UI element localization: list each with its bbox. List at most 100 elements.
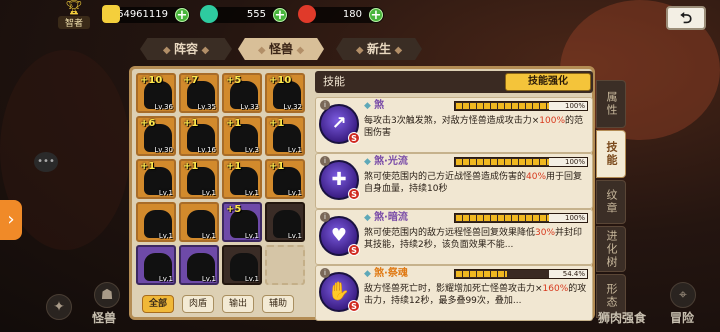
monster-level: Lv.1 xyxy=(158,275,173,283)
monster-plus-badge: +6 xyxy=(140,118,156,129)
monster-level: Lv.33 xyxy=(240,103,259,111)
monster-plus-badge: +1 xyxy=(183,161,199,172)
add-gem-button[interactable]: + xyxy=(273,8,287,22)
monster-level: Lv.1 xyxy=(244,275,259,283)
skill-card[interactable]: ✚ i S ◆ 煞·光流 100% 煞可使范围内的己方近战怪兽造成伤害的40%用于回复自身… xyxy=(315,153,593,209)
rank-badge[interactable]: 🏆︎ 智者 xyxy=(58,0,90,29)
filter-support[interactable]: 辅助 xyxy=(262,295,294,313)
monster-menu-icon[interactable]: ☗ xyxy=(94,282,120,308)
skill-progress-value: 54.4% xyxy=(562,270,585,278)
monster-card[interactable]: +1 Lv.1 xyxy=(136,159,176,199)
skill-card[interactable]: ↗ i S ◆ 煞 100% 每攻击3次触发煞，对敌方怪兽造成攻击力×100%的范围伤害 xyxy=(315,97,593,153)
monster-card[interactable]: +1 Lv.1 xyxy=(265,159,305,199)
chat-icon[interactable]: ••• xyxy=(34,152,58,172)
monster-level: Lv.16 xyxy=(197,146,216,154)
monster-card[interactable]: +1 Lv.1 xyxy=(265,116,305,156)
filter-all[interactable]: 全部 xyxy=(142,295,174,313)
gold-value: 64961119 xyxy=(117,9,168,20)
skill-card[interactable]: ✋ i S ◆ 煞·祭魂 54.4% 敌方怪兽死亡时，影耀增加死亡怪兽攻击力×160%的攻… xyxy=(315,265,593,321)
tab-lineup-label: 阵容 xyxy=(173,42,198,56)
filter-damage[interactable]: 输出 xyxy=(222,295,254,313)
shuriken-icon[interactable]: ✦ xyxy=(46,294,72,320)
back-button[interactable]: ⮌ xyxy=(666,6,706,30)
monster-plus-badge: +5 xyxy=(226,204,242,215)
gold-icon xyxy=(102,5,120,23)
skill-description: 煞可使范围内的敌方远程怪兽回复效果降低30%并封印其技能，持续2秒，该负面效果不… xyxy=(364,228,583,250)
tab-rebirth-label: 新生 xyxy=(366,42,391,56)
monster-card[interactable]: +5 Lv.1 xyxy=(222,202,262,242)
monster-level: Lv.32 xyxy=(283,103,302,111)
skill-enhance-button[interactable]: 技能强化 xyxy=(505,73,591,91)
info-icon[interactable]: i xyxy=(320,212,330,222)
skill-name: ◆ 煞 xyxy=(364,100,385,111)
monster-level: Lv.36 xyxy=(154,103,173,111)
monster-plus-badge: +1 xyxy=(269,118,285,129)
monster-card[interactable]: +5 Lv.33 xyxy=(222,73,262,113)
monster-level: Lv.1 xyxy=(244,232,259,240)
monster-card[interactable]: +1 Lv.16 xyxy=(179,116,219,156)
side-tab-evolution[interactable]: 进化树 xyxy=(596,226,626,272)
monster-grid: +10 Lv.36 +7 Lv.35 +5 Lv.33 +10 Lv.32 +6 Lv.30 +1 L… xyxy=(136,73,306,291)
filter-bar: 全部 肉盾 输出 辅助 xyxy=(142,295,312,315)
monster-plus-badge: +1 xyxy=(183,118,199,129)
gem-icon xyxy=(200,5,218,23)
monster-card[interactable]: +1 Lv.3 xyxy=(222,116,262,156)
skill-description: 敌方怪兽死亡时，影耀增加死亡怪兽攻击力×160%的攻击力，持续12秒，最多叠99… xyxy=(364,284,587,306)
skill-progress-value: 100% xyxy=(564,102,585,110)
skill-progress-value: 100% xyxy=(564,214,585,222)
monster-level: Lv.1 xyxy=(287,189,302,197)
monster-card[interactable]: +6 Lv.30 xyxy=(136,116,176,156)
skill-progress-bar: 100% xyxy=(454,213,588,223)
info-icon[interactable]: i xyxy=(320,100,330,110)
skill-type-badge-icon: S xyxy=(348,244,360,256)
monster-card[interactable]: +1 Lv.1 xyxy=(222,159,262,199)
tab-rebirth[interactable]: ◆ 新生 ◆ xyxy=(336,38,422,60)
monster-level: Lv.35 xyxy=(197,103,216,111)
tab-lineup[interactable]: ◆ 阵容 ◆ xyxy=(140,38,232,60)
side-tab-crest[interactable]: 纹章 xyxy=(596,180,626,224)
skill-name: ◆ 煞·光流 xyxy=(364,156,408,167)
monster-card[interactable]: +10 Lv.32 xyxy=(265,73,305,113)
tab-monster[interactable]: ◆ 怪兽 ◆ xyxy=(238,38,324,60)
monster-card[interactable]: Lv.1 xyxy=(222,245,262,285)
filter-tank[interactable]: 肉盾 xyxy=(182,295,214,313)
monster-level: Lv.1 xyxy=(158,232,173,240)
skill-header-title: 技能 xyxy=(323,75,345,88)
monster-card[interactable]: Lv.1 xyxy=(179,202,219,242)
add-soul-button[interactable]: + xyxy=(369,8,383,22)
info-icon[interactable]: i xyxy=(320,156,330,166)
rank-label: 智者 xyxy=(58,16,90,29)
monster-card[interactable] xyxy=(265,245,305,285)
monster-level: Lv.1 xyxy=(287,146,302,154)
monster-card[interactable]: Lv.1 xyxy=(179,245,219,285)
add-gold-button[interactable]: + xyxy=(175,8,189,22)
monster-card[interactable]: +1 Lv.1 xyxy=(179,159,219,199)
skill-card[interactable]: ♥ i S ◆ 煞·暗流 100% 煞可使范围内的敌方远程怪兽回复效果降低30%并封印其技… xyxy=(315,209,593,265)
monster-card[interactable]: Lv.1 xyxy=(136,245,176,285)
side-tab-skills[interactable]: 技能 xyxy=(596,130,626,178)
monster-card[interactable]: +7 Lv.35 xyxy=(179,73,219,113)
soul-counter: 180 + xyxy=(298,5,384,23)
adventure-menu-label[interactable]: 冒险 xyxy=(670,309,694,326)
monster-menu-label[interactable]: 怪兽 xyxy=(92,309,116,326)
skill-progress-bar: 100% xyxy=(454,101,588,111)
monster-plus-badge: +7 xyxy=(183,75,199,86)
monster-level: Lv.1 xyxy=(158,189,173,197)
monster-card[interactable]: +10 Lv.36 xyxy=(136,73,176,113)
monster-plus-badge: +1 xyxy=(140,161,156,172)
gold-counter: 64961119 + xyxy=(102,5,190,23)
monster-level: Lv.1 xyxy=(201,275,216,283)
info-icon[interactable]: i xyxy=(320,268,330,278)
monster-level: Lv.1 xyxy=(201,232,216,240)
feast-menu-label[interactable]: 狮肉强食 xyxy=(598,309,646,326)
side-tab-attributes[interactable]: 属性 xyxy=(596,80,626,128)
monster-level: Lv.1 xyxy=(201,189,216,197)
monster-plus-badge: +1 xyxy=(226,118,242,129)
monster-card[interactable]: Lv.1 xyxy=(136,202,176,242)
monster-plus-badge: +5 xyxy=(226,75,242,86)
expand-arrow-icon[interactable]: › xyxy=(0,200,22,240)
monster-level: Lv.1 xyxy=(244,189,259,197)
monster-card[interactable]: Lv.1 xyxy=(265,202,305,242)
skill-name: ◆ 煞·祭魂 xyxy=(364,268,408,279)
adventure-icon[interactable]: ⌖ xyxy=(670,282,696,308)
